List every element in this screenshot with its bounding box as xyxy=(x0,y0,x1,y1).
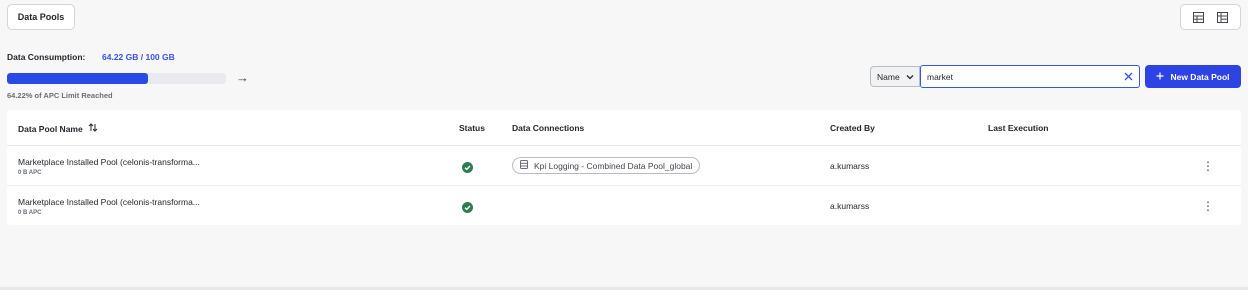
data-pools-tab-button[interactable]: Data Pools xyxy=(7,4,75,30)
data-connection-chip[interactable]: Kpi Logging - Combined Data Pool_global xyxy=(512,157,701,174)
data-pools-table: Data Pool Name Status Data Connections C… xyxy=(7,110,1241,225)
table-header: Data Pool Name Status Data Connections C… xyxy=(7,110,1241,146)
consumption-progress-bar xyxy=(7,73,226,84)
search-box xyxy=(920,65,1140,88)
database-icon xyxy=(520,160,529,171)
search-input[interactable] xyxy=(927,71,1124,82)
header-data-connections: Data Connections xyxy=(512,123,585,133)
created-by: a.kumarss xyxy=(830,161,870,171)
more-options-icon[interactable]: ⋮ xyxy=(1201,158,1215,174)
clear-search-icon[interactable] xyxy=(1124,72,1133,81)
header-data-pool-name[interactable]: Data Pool Name xyxy=(18,123,98,134)
status-success-icon xyxy=(462,160,473,178)
pool-size: 0 B APC xyxy=(18,210,42,216)
search-field-select[interactable]: Name xyxy=(870,66,920,87)
grid-view-icon[interactable] xyxy=(1216,11,1228,23)
sort-icon[interactable] xyxy=(88,123,98,134)
data-consumption-label: Data Consumption: xyxy=(7,52,86,62)
data-connection-label: Kpi Logging - Combined Data Pool_global xyxy=(534,160,693,171)
pool-name[interactable]: Marketplace Installed Pool (celonis-tran… xyxy=(18,157,200,167)
header-last-execution: Last Execution xyxy=(988,123,1049,133)
header-created-by: Created By xyxy=(830,123,875,133)
pool-name[interactable]: Marketplace Installed Pool (celonis-tran… xyxy=(18,197,200,207)
consumption-progress-fill xyxy=(7,73,148,84)
status-success-icon xyxy=(462,200,473,218)
search-field-value: Name xyxy=(877,71,900,82)
table-row[interactable]: Marketplace Installed Pool (celonis-tran… xyxy=(7,186,1241,225)
arrow-right-icon[interactable]: → xyxy=(236,71,249,85)
view-toggle xyxy=(1180,4,1241,30)
header-name-label: Data Pool Name xyxy=(18,123,83,134)
apc-limit-text: 64.22% of APC Limit Reached xyxy=(7,91,113,100)
header-status: Status xyxy=(459,123,485,133)
table-view-icon[interactable] xyxy=(1193,11,1205,23)
table-row[interactable]: Marketplace Installed Pool (celonis-tran… xyxy=(7,146,1241,186)
pool-size: 0 B APC xyxy=(18,170,42,176)
created-by: a.kumarss xyxy=(830,201,870,211)
new-data-pool-label: New Data Pool xyxy=(1170,71,1230,82)
new-data-pool-button[interactable]: New Data Pool xyxy=(1145,65,1241,88)
data-consumption-value: 64.22 GB / 100 GB xyxy=(102,52,175,62)
more-options-icon[interactable]: ⋮ xyxy=(1201,198,1215,214)
plus-icon xyxy=(1156,72,1164,82)
chevron-down-icon xyxy=(906,72,914,82)
